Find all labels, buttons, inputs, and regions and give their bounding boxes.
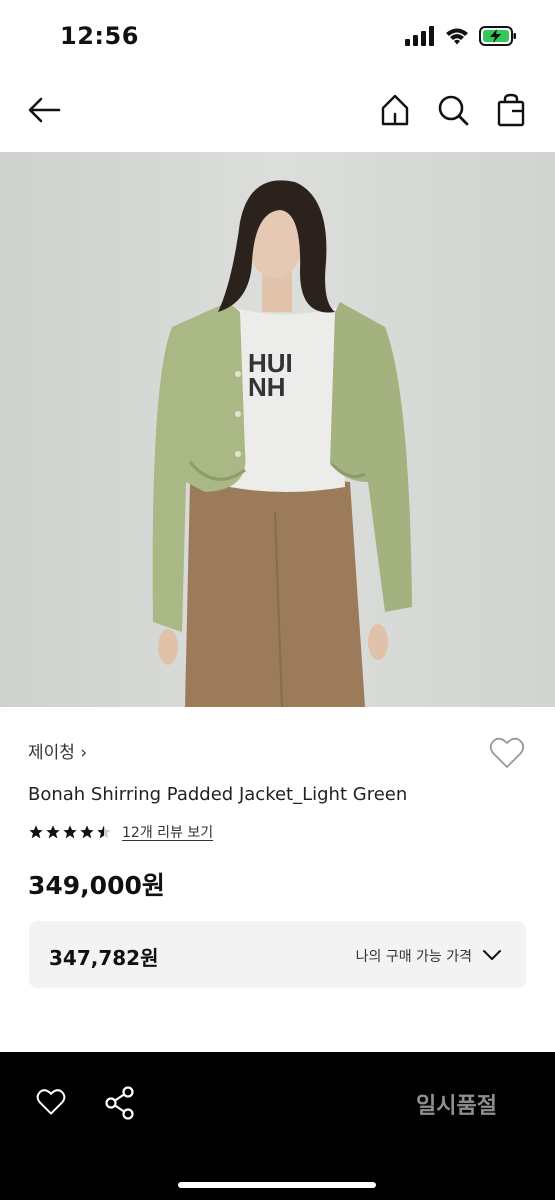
star-icon: [80, 825, 94, 839]
bag-button[interactable]: [493, 92, 529, 132]
soldout-button[interactable]: 일시품절: [416, 1088, 497, 1120]
status-time: 12:56: [60, 22, 139, 50]
shopping-bag-icon: [497, 93, 525, 127]
signal-icon: [405, 26, 434, 46]
status-icons: [405, 26, 517, 46]
heart-outline-icon: [489, 737, 525, 768]
heart-outline-icon: [36, 1089, 66, 1115]
star-icon: [29, 825, 43, 839]
share-icon: [105, 1086, 134, 1120]
status-bar: 12:56: [0, 0, 555, 70]
product-price: 349,000원: [28, 871, 165, 900]
brand-row: 제이청 ›: [28, 737, 527, 768]
brand-link[interactable]: 제이청 ›: [28, 743, 87, 763]
review-link[interactable]: 12개 리뷰 보기: [122, 822, 213, 842]
nav-actions: [377, 92, 529, 132]
back-button[interactable]: [26, 92, 62, 132]
product-photo-illustration: HUI NH: [0, 152, 555, 707]
arrow-left-icon: [28, 97, 61, 123]
home-icon: [381, 94, 409, 126]
search-button[interactable]: [435, 92, 471, 132]
wifi-icon: [446, 28, 468, 45]
wishlist-button[interactable]: [36, 1088, 66, 1120]
rating-row: 12개 리뷰 보기: [28, 822, 213, 842]
svg-text:NH: NH: [248, 372, 286, 402]
bottom-action-bar: 일시품절: [0, 1052, 555, 1200]
battery-charging-icon: [479, 26, 516, 46]
my-price-value: 347,782원: [49, 946, 159, 970]
chevron-down-icon: [483, 950, 501, 960]
search-icon: [438, 95, 469, 126]
home-button[interactable]: [377, 92, 413, 132]
product-image[interactable]: HUI NH: [0, 152, 555, 707]
my-price-dropdown[interactable]: 347,782원 나의 구매 가능 가격: [29, 921, 526, 988]
my-price-label: 나의 구매 가능 가격: [355, 949, 472, 965]
home-indicator: [178, 1182, 376, 1188]
product-title: Bonah Shirring Padded Jacket_Light Green: [28, 784, 408, 805]
rating-stars: [28, 824, 112, 840]
star-icon: [46, 825, 60, 839]
wishlist-button-top[interactable]: [489, 736, 525, 774]
star-half-icon: [97, 825, 111, 839]
star-icon: [63, 825, 77, 839]
share-button[interactable]: [104, 1086, 136, 1124]
top-nav: [0, 78, 555, 142]
